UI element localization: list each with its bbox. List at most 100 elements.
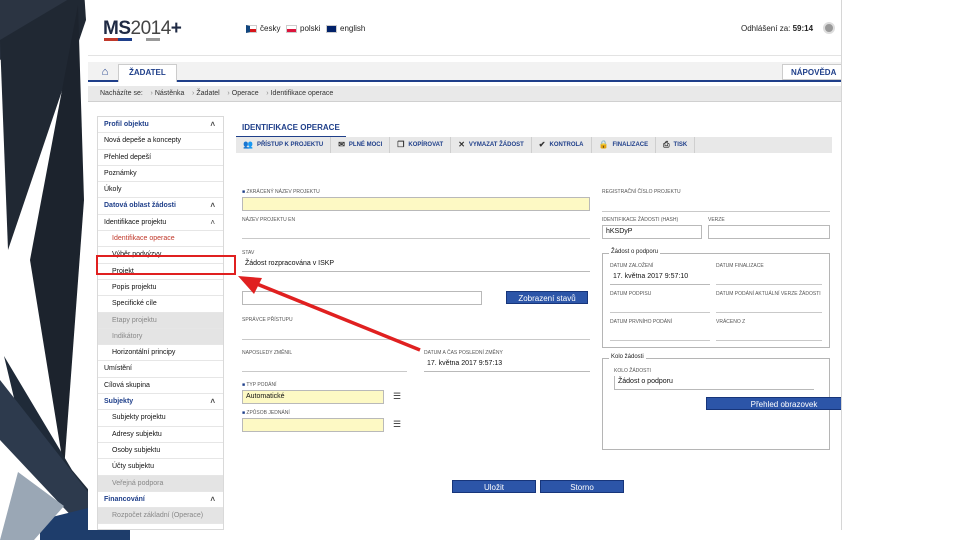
header-bar: MS2014+ česky polski english Odhlášení z… xyxy=(88,0,841,56)
reg-number-value xyxy=(602,211,830,212)
chevron-up-icon[interactable]: ˄ xyxy=(210,117,215,132)
sidebar-item[interactable]: Specifické cíle xyxy=(98,296,223,313)
sidebar-item-label: Subjekty projektu xyxy=(112,414,166,422)
sidebar-item[interactable]: Nová depeše a koncepty xyxy=(98,133,223,150)
sidebar-item[interactable]: Financování ˄ xyxy=(98,492,223,509)
sidebar-item-label: Umístění xyxy=(104,365,133,373)
submission-type-select[interactable]: Automatické xyxy=(242,390,384,404)
access-admin-input[interactable] xyxy=(242,339,590,340)
sidebar-item[interactable]: Úkoly xyxy=(98,182,223,199)
cancel-button[interactable]: Storno xyxy=(540,480,624,493)
toolbar-button[interactable]: 👥 PŘÍSTUP K PROJEKTU xyxy=(236,137,332,153)
signed-date-value xyxy=(610,312,710,313)
czech-flag-icon xyxy=(246,24,257,33)
status-history-button[interactable]: Zobrazení stavů xyxy=(506,291,588,304)
project-short-name-input[interactable] xyxy=(242,197,590,211)
polish-flag-icon xyxy=(286,24,297,33)
sidebar-item[interactable]: Cílová skupina xyxy=(98,378,223,395)
created-date-label: DATUM ZALOŽENÍ xyxy=(610,263,654,269)
sidebar-item[interactable]: Datová oblast žádosti ˄ xyxy=(98,198,223,215)
breadcrumb-nastenka[interactable]: Nástěnka xyxy=(151,90,194,97)
ms2014-logo: MS2014+ xyxy=(103,18,182,39)
sidebar-item: Etapy projektu xyxy=(98,312,223,329)
breadcrumb: Nacházíte se: Nástěnka Žadatel Operace I… xyxy=(88,86,841,102)
toolbar-button[interactable]: 🔒 FINALIZACE xyxy=(592,137,657,153)
tab-identifikace-operace[interactable]: IDENTIFIKACE OPERACE xyxy=(236,118,346,138)
toolbar-button-label: PŘÍSTUP K PROJEKTU xyxy=(256,142,324,148)
sidebar-item-label: Úkoly xyxy=(104,186,122,194)
sidebar-item[interactable]: Popis projektu xyxy=(98,280,223,297)
chevron-up-icon[interactable]: ˄ xyxy=(210,215,215,230)
toolbar-button-label: KONTROLA xyxy=(549,142,584,148)
lang-czech-link[interactable]: česky xyxy=(246,24,280,33)
signing-method-select[interactable] xyxy=(242,418,384,432)
list-icon[interactable]: ☰ xyxy=(392,419,402,430)
toolbar-button[interactable]: ✉ PLNÉ MOCI xyxy=(331,137,391,153)
lock-icon: 🔒 xyxy=(598,140,609,149)
sidebar-item: Rozpočet základní (Operace) xyxy=(98,508,223,525)
sidebar-item[interactable]: Přehled depeší xyxy=(98,150,223,166)
home-icon[interactable]: ⌂ xyxy=(96,64,114,80)
mail-icon: ✉ xyxy=(338,140,345,149)
status-history-field[interactable] xyxy=(242,291,482,305)
sidebar-item[interactable]: Umístění xyxy=(98,361,223,378)
people-icon: 👥 xyxy=(243,140,253,149)
sidebar-item-label: Popis projektu xyxy=(112,283,157,291)
status-value: Žádost rozpracována v ISKP xyxy=(242,258,590,272)
created-date-value: 17. května 2017 9:57:10 xyxy=(610,271,710,285)
sidebar-item[interactable]: Horizontální principy xyxy=(98,345,223,362)
sidebar-item-label: Identifikace operace xyxy=(112,235,175,243)
finalized-date-label: DATUM FINALIZACE xyxy=(716,263,764,269)
project-name-en-input[interactable] xyxy=(242,238,590,239)
project-short-name-label: ZKRÁCENÝ NÁZEV PROJEKTU xyxy=(242,189,319,195)
sidebar-item-label: Identifikace projektu xyxy=(104,218,167,226)
chevron-up-icon[interactable]: ˄ xyxy=(210,492,215,507)
returned-label: VRÁCENO Z xyxy=(716,319,746,325)
last-changed-by-label: NAPOSLEDY ZMĚNIL xyxy=(242,350,293,356)
chevron-up-icon[interactable]: ˄ xyxy=(210,394,215,409)
round-group-title: Kolo žádosti xyxy=(609,354,646,360)
print-icon: ⎙ xyxy=(663,140,670,149)
round-value: Žádost o podporu xyxy=(614,376,814,390)
sidebar-item[interactable]: Profil objektu ˄ xyxy=(98,117,223,134)
sidebar-item[interactable]: Účty subjektu xyxy=(98,459,223,476)
sidebar-item-label: Etapy projektu xyxy=(112,316,157,324)
request-id-value: hKSDyP xyxy=(602,225,702,239)
check-icon: ✔ xyxy=(538,140,546,149)
list-icon[interactable]: ☰ xyxy=(392,391,402,402)
save-button[interactable]: Uložit xyxy=(452,480,536,493)
version-value xyxy=(708,225,830,239)
chevron-up-icon[interactable]: ˄ xyxy=(210,198,215,213)
lang-polish-link[interactable]: polski xyxy=(286,24,320,33)
breadcrumb-operace[interactable]: Operace xyxy=(228,90,269,97)
breadcrumb-zadatel[interactable]: Žadatel xyxy=(192,90,230,97)
refresh-icon[interactable] xyxy=(823,22,835,34)
version-label: VERZE xyxy=(708,217,725,223)
sidebar-item[interactable]: Adresy subjektu xyxy=(98,427,223,443)
highlight-rectangle xyxy=(96,255,236,275)
lang-english-link[interactable]: english xyxy=(326,24,365,33)
sidebar-item[interactable]: Subjekty ˄ xyxy=(98,394,223,411)
toolbar-button[interactable]: ✔ KONTROLA xyxy=(532,137,592,153)
tab-zadatel[interactable]: ŽADATEL xyxy=(118,64,177,82)
toolbar-button-label: PLNÉ MOCI xyxy=(348,142,383,148)
toolbar-button[interactable]: ✕ VYMAZAT ŽÁDOST xyxy=(451,137,532,153)
sidebar-item[interactable]: Subjekty projektu xyxy=(98,410,223,427)
sidebar-item: Indikátory xyxy=(98,328,223,346)
sidebar-item[interactable]: Identifikace operace xyxy=(98,231,223,248)
copy-icon: ❐ xyxy=(397,140,405,149)
screens-overview-button[interactable]: Přehled obrazovek xyxy=(706,397,841,410)
sidebar-item-label: Adresy subjektu xyxy=(112,430,162,438)
reg-number-label: REGISTRAČNÍ ČÍSLO PROJEKTU xyxy=(602,189,681,195)
support-request-title: Žádost o podporu xyxy=(609,249,661,255)
help-button[interactable]: NÁPOVĚDA xyxy=(782,64,841,80)
toolbar-button-label: FINALIZACE xyxy=(612,142,649,148)
sidebar-item-label: Poznámky xyxy=(104,169,137,177)
toolbar-button[interactable]: ⎙ TISK xyxy=(656,137,696,153)
toolbar-button[interactable]: ❐ KOPÍROVAT xyxy=(390,137,452,153)
sidebar-item[interactable]: Identifikace projektu ˄ xyxy=(98,215,223,232)
sidebar-item[interactable]: Osoby subjektu xyxy=(98,443,223,460)
sidebar-item[interactable]: Poznámky xyxy=(98,166,223,183)
close-icon: ✕ xyxy=(458,140,465,149)
sidebar-item-label: Nová depeše a koncepty xyxy=(104,137,182,145)
